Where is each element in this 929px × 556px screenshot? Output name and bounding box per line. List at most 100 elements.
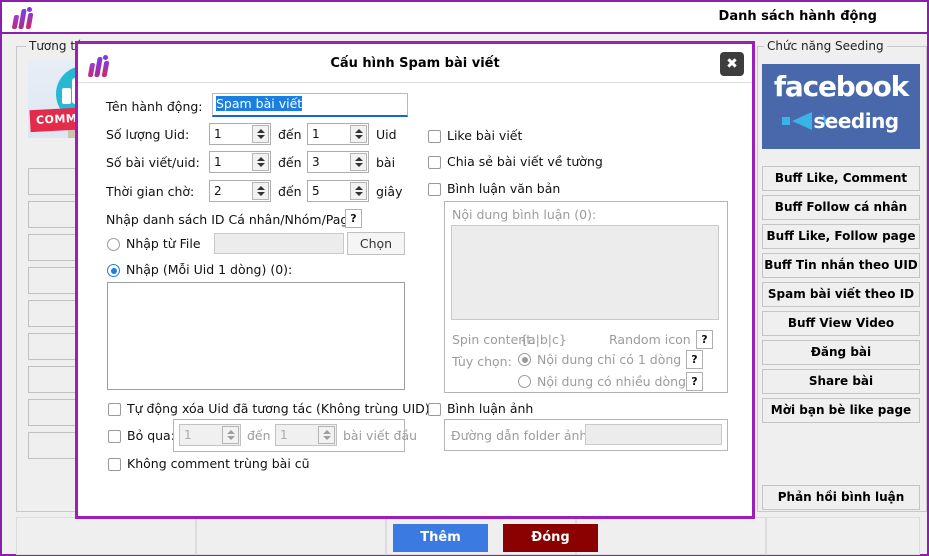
- facebook-brand-text: facebook: [762, 70, 920, 103]
- id-list-label: Nhập danh sách ID Cá nhân/Nhóm/Page:: [106, 212, 360, 227]
- wait-time-between-label: đến: [278, 184, 302, 199]
- posts-per-uid-to-value: 3: [312, 155, 320, 169]
- skip-to-value: 1: [280, 428, 288, 442]
- action-name-value: Spam bài viết: [216, 96, 302, 111]
- wait-time-to-arrows[interactable]: [350, 182, 367, 200]
- wait-time-to-value: 5: [312, 184, 320, 198]
- dialog-titlebar: Cấu hình Spam bài viết ✖: [78, 44, 752, 83]
- skip-from-arrows[interactable]: [222, 426, 239, 444]
- sidebar-button-moi-ban-be-like-page[interactable]: Mời bạn bè like page: [762, 398, 920, 423]
- like-post-label: Like bài viết: [447, 128, 522, 143]
- wait-time-unit-label: giây: [376, 184, 402, 199]
- posts-per-uid-to-stepper[interactable]: 3: [307, 151, 369, 173]
- posts-per-uid-between-label: đến: [278, 155, 302, 170]
- posts-per-uid-label: Số bài viết/uid:: [106, 155, 200, 170]
- bottom-cell-4: [766, 517, 920, 555]
- posts-per-uid-from-arrows[interactable]: [252, 153, 269, 171]
- manual-input-label: Nhập (Mỗi Uid 1 dòng) (0):: [126, 262, 292, 277]
- bottom-cell-3: [576, 517, 766, 555]
- one-line-help-icon[interactable]: ?: [686, 350, 703, 369]
- uid-count-to-arrows[interactable]: [350, 125, 367, 143]
- no-duplicate-comment-label: Không comment trùng bài cũ: [127, 456, 310, 471]
- add-button[interactable]: Thêm: [393, 524, 488, 552]
- uid-count-between-label: đến: [278, 127, 302, 142]
- uid-count-unit-label: Uid: [376, 127, 397, 142]
- skip-to-stepper[interactable]: 1: [275, 424, 337, 446]
- sidebar-button-buff-like-comment[interactable]: Buff Like, Comment: [762, 166, 920, 191]
- image-comment-checkbox[interactable]: [428, 403, 441, 416]
- posts-per-uid-unit-label: bài: [376, 155, 395, 170]
- skip-label: Bỏ qua:: [127, 428, 175, 443]
- app-logo-icon: [12, 7, 38, 29]
- wait-time-from-value: 2: [214, 184, 222, 198]
- options-label: Tùy chọn:: [452, 354, 512, 369]
- from-file-radio[interactable]: [107, 238, 120, 251]
- auto-delete-checkbox[interactable]: [108, 403, 121, 416]
- share-post-checkbox[interactable]: [428, 156, 441, 169]
- manual-input-radio[interactable]: [107, 264, 120, 277]
- dialog-title: Cấu hình Spam bài viết: [78, 56, 752, 71]
- uid-count-from-value: 1: [214, 127, 222, 141]
- text-comment-label: Bình luận văn bản: [447, 181, 560, 196]
- auto-delete-label: Tự động xóa Uid đã tương tác (Không trùn…: [127, 401, 430, 416]
- one-line-label: Nội dung chỉ có 1 dòng: [537, 352, 681, 367]
- sidebar-button-phan-hoi-binh-luan[interactable]: Phản hồi bình luận: [762, 485, 920, 510]
- sidebar-button-spam-bai-viet-theo-id[interactable]: Spam bài viết theo ID: [762, 282, 920, 307]
- one-line-radio[interactable]: [518, 353, 531, 366]
- sidebar-button-buff-view-video[interactable]: Buff View Video: [762, 311, 920, 336]
- multi-line-radio[interactable]: [518, 375, 531, 388]
- posts-per-uid-from-value: 1: [214, 155, 222, 169]
- action-name-input[interactable]: Spam bài viết: [212, 93, 408, 117]
- like-post-checkbox[interactable]: [428, 130, 441, 143]
- random-icon-label[interactable]: Random icon: [609, 332, 691, 347]
- application-window: Danh sách hành động Tương tá COMMEN Đọ 1…: [0, 0, 929, 556]
- sidebar-button-share-bai[interactable]: Share bài: [762, 369, 920, 394]
- sidebar-button-buff-follow-ca-nhan[interactable]: Buff Follow cá nhân: [762, 195, 920, 220]
- uid-count-from-arrows[interactable]: [252, 125, 269, 143]
- skip-from-value: 1: [184, 428, 192, 442]
- bottom-cell-1: [196, 517, 386, 555]
- sidebar-button-dang-bai[interactable]: Đăng bài: [762, 340, 920, 365]
- right-panel-legend: Chức năng Seeding: [764, 39, 887, 53]
- share-post-label: Chia sẻ bài viết về tường: [447, 154, 603, 169]
- close-button[interactable]: Đóng: [503, 524, 598, 552]
- spin-content-help-icon[interactable]: ?: [696, 330, 713, 349]
- app-title: Danh sách hành động: [719, 9, 877, 24]
- multi-line-help-icon[interactable]: ?: [686, 372, 703, 391]
- posts-per-uid-to-arrows[interactable]: [350, 153, 367, 171]
- action-name-label: Tên hành động:: [106, 99, 203, 114]
- close-icon[interactable]: ✖: [720, 52, 744, 76]
- from-file-label: Nhập từ File: [126, 236, 201, 251]
- text-comment-checkbox[interactable]: [428, 183, 441, 196]
- uid-count-to-value: 1: [312, 127, 320, 141]
- spam-config-dialog: Cấu hình Spam bài viết ✖ Tên hành động: …: [75, 41, 755, 519]
- facebook-seeding-banner: facebook seeding: [762, 64, 920, 149]
- wait-time-to-stepper[interactable]: 5: [307, 180, 369, 202]
- comment-content-textarea[interactable]: [451, 225, 719, 320]
- sidebar-button-buff-like-follow-page[interactable]: Buff Like, Follow page: [762, 224, 920, 249]
- skip-unit-label: bài viết đầu: [343, 428, 417, 443]
- multi-line-label: Nội dung có nhiều dòng: [537, 374, 686, 389]
- wait-time-from-stepper[interactable]: 2: [209, 180, 271, 202]
- skip-to-arrows[interactable]: [318, 426, 335, 444]
- skip-from-stepper[interactable]: 1: [179, 424, 241, 446]
- from-file-path-input[interactable]: [214, 233, 344, 254]
- uid-count-from-stepper[interactable]: 1: [209, 123, 271, 145]
- app-titlebar: Danh sách hành động: [2, 2, 927, 34]
- id-list-help-icon[interactable]: ?: [345, 209, 362, 228]
- comment-content-label: Nội dung bình luận (0):: [452, 207, 596, 222]
- bottom-cell-0: [16, 517, 196, 555]
- wait-time-from-arrows[interactable]: [252, 182, 269, 200]
- uid-count-label: Số lượng Uid:: [106, 127, 189, 142]
- image-folder-label: Đường dẫn folder ảnh:: [451, 428, 592, 443]
- manual-input-textarea[interactable]: [107, 282, 405, 390]
- sidebar-button-buff-tin-nhan-theo-uid[interactable]: Buff Tin nhắn theo UID: [762, 253, 920, 278]
- browse-file-button[interactable]: Chọn: [347, 232, 405, 255]
- image-folder-input[interactable]: [585, 424, 722, 445]
- posts-per-uid-from-stepper[interactable]: 1: [209, 151, 271, 173]
- skip-between-label: đến: [247, 428, 271, 443]
- uid-count-to-stepper[interactable]: 1: [307, 123, 369, 145]
- spin-content-pattern: {a|b|c}: [520, 332, 567, 347]
- skip-checkbox[interactable]: [108, 430, 121, 443]
- no-duplicate-comment-checkbox[interactable]: [108, 458, 121, 471]
